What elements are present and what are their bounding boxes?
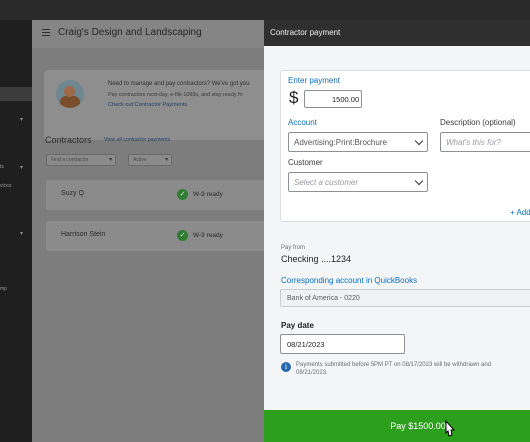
payment-timing-note-line: Payments submitted before 5PM PT on 08/1… [296, 362, 491, 368]
app-screen: ▾ ts ▾ vices ▾ mp Craig's Design and Lan… [0, 0, 530, 442]
account-select[interactable]: Advertising:Print:Brochure [288, 132, 428, 152]
account-value: Advertising:Print:Brochure [294, 138, 387, 147]
panel-header: Contractor payment [264, 20, 530, 46]
corresponding-account-field[interactable]: Bank of America - 0220 [280, 289, 530, 307]
chevron-down-icon[interactable]: ▾ [20, 230, 23, 237]
info-icon: i [281, 362, 291, 372]
promo-headline: Need to manage and pay contractors? We'v… [108, 81, 250, 87]
contractor-payment-panel: Contractor payment Enter payment $ 1500.… [264, 20, 530, 442]
promo-link[interactable]: Check out Contractor Payments [108, 102, 187, 108]
page-header: Craig's Design and Landscaping [32, 20, 264, 48]
status-filter-select[interactable]: Active ▾ [128, 154, 172, 166]
nav-item-fragment[interactable]: ts [0, 164, 4, 170]
hamburger-icon[interactable] [42, 29, 50, 37]
check-circle-icon: ✓ [177, 189, 188, 200]
chevron-down-icon [414, 136, 424, 146]
nav-item-fragment[interactable]: vices [0, 183, 11, 189]
contractor-status: W-9 ready [193, 191, 223, 198]
account-label: Account [288, 118, 317, 127]
payment-details-card: Enter payment $ 1500.00 Account Advertis… [280, 70, 530, 222]
contractors-page: Craig's Design and Landscaping Need to m… [32, 20, 264, 442]
section-title: Contractors [45, 135, 92, 145]
promo-body: Pay contractors next-day, e-file 1099s, … [108, 92, 243, 98]
company-name: Craig's Design and Landscaping [58, 27, 202, 38]
status-filter-value: Active [133, 157, 147, 163]
view-all-payments-link[interactable]: View all contractor payments [104, 137, 170, 143]
find-contractor-input[interactable]: Find a contractor ▾ [46, 154, 116, 166]
find-contractor-placeholder: Find a contractor [51, 157, 89, 163]
chevron-down-icon: ▾ [164, 157, 168, 163]
chevron-down-icon: ▾ [108, 157, 112, 163]
left-navigation: ▾ ts ▾ vices ▾ mp [0, 20, 32, 442]
nav-item-fragment[interactable]: mp [0, 286, 7, 292]
customer-label: Customer [288, 158, 323, 167]
customer-placeholder: Select a customer [294, 178, 359, 187]
top-bar [0, 0, 530, 20]
promo-banner: Need to manage and pay contractors? We'v… [44, 70, 264, 140]
pay-from-account: Checking ....1234 [281, 254, 352, 264]
contractor-row[interactable]: Harrison Stein ✓ W-9 ready [46, 221, 264, 251]
mouse-cursor-icon [445, 420, 456, 437]
contractor-name[interactable]: Harrison Stein [61, 231, 105, 238]
pay-date-label: Pay date [281, 321, 314, 330]
description-input[interactable]: What's this for? [440, 132, 530, 152]
corresponding-account-label: Corresponding account in QuickBooks [281, 276, 418, 285]
add-line-link[interactable]: + Add [510, 208, 530, 217]
payment-amount-input[interactable]: 1500.00 [304, 90, 362, 108]
currency-symbol: $ [289, 88, 299, 107]
contractor-row[interactable]: Suzy Q ✓ W-9 ready [46, 180, 264, 210]
chevron-down-icon [414, 176, 424, 186]
customer-select[interactable]: Select a customer [288, 172, 428, 192]
pay-button-bar: Pay $1500.00 [264, 410, 530, 442]
chevron-down-icon[interactable]: ▾ [20, 164, 23, 171]
description-placeholder: What's this for? [446, 138, 501, 147]
contractor-status: W-9 ready [193, 232, 223, 239]
enter-payment-label: Enter payment [288, 76, 341, 85]
check-circle-icon: ✓ [177, 230, 188, 241]
pay-from-label: Pay from [281, 245, 306, 251]
pay-button[interactable]: Pay $1500.00 [264, 410, 530, 442]
chevron-down-icon[interactable]: ▾ [20, 116, 23, 123]
panel-title: Contractor payment [270, 28, 341, 37]
payment-timing-note: Payments submitted before 5PM PT on 08/1… [296, 361, 530, 377]
description-label: Description (optional) [440, 118, 516, 127]
pay-date-input[interactable]: 08/21/2023 [280, 334, 405, 354]
nav-active-item[interactable] [0, 87, 32, 101]
contractor-name[interactable]: Suzy Q [61, 190, 84, 197]
promo-illustration [56, 80, 84, 108]
payment-timing-note-line: 08/21/2023. [296, 370, 328, 376]
